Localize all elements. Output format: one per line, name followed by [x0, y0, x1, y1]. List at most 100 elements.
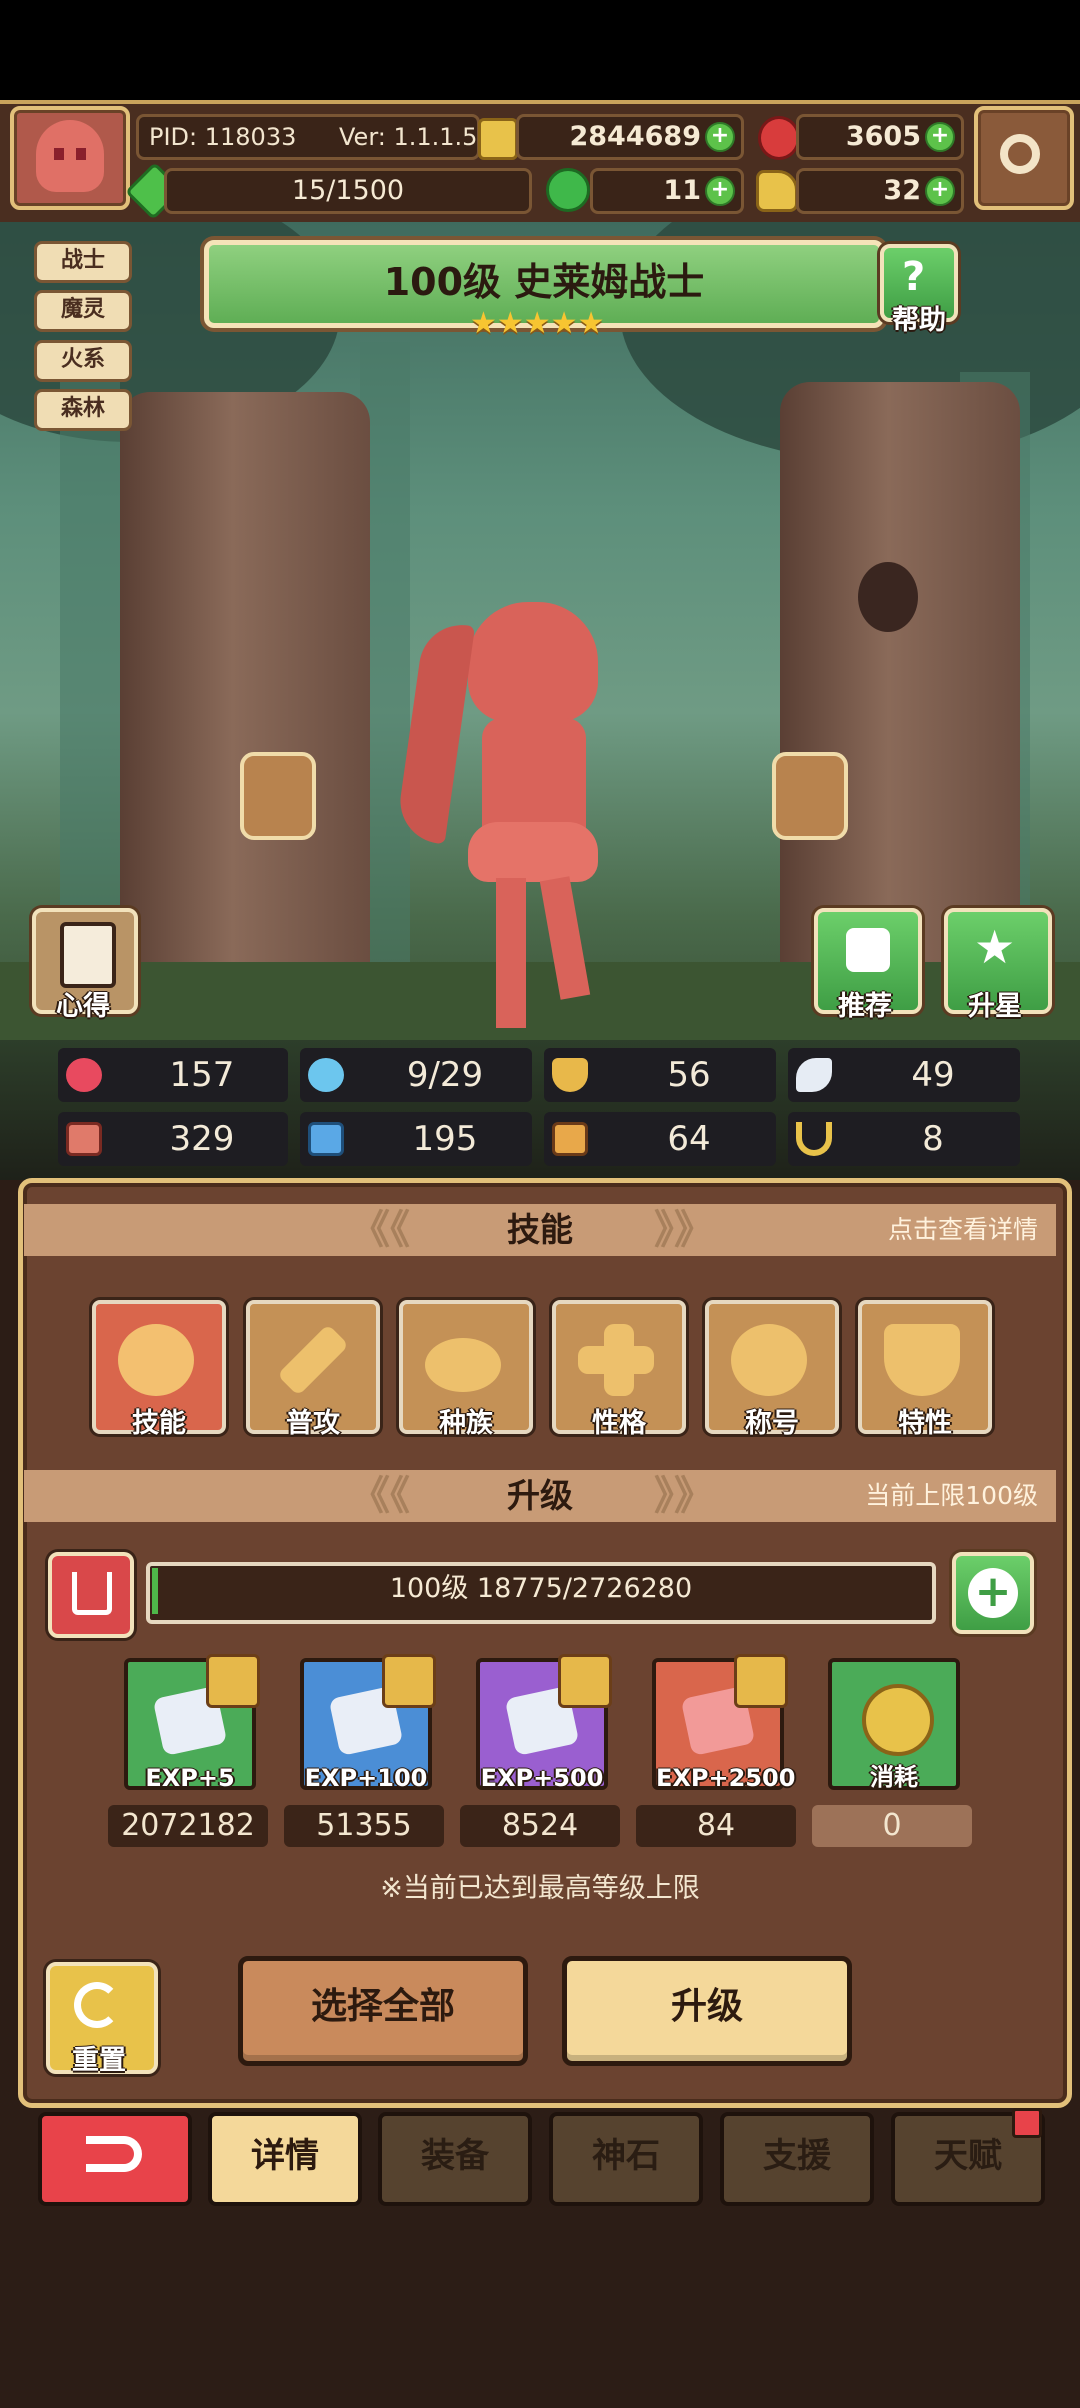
skill-slot-basic-attack[interactable]: 普攻: [246, 1300, 380, 1439]
tab-details[interactable]: 详情: [208, 2112, 362, 2206]
energy-amount: 15/1500: [291, 175, 405, 206]
gear-icon: [1000, 134, 1040, 174]
key-icon: [756, 170, 798, 212]
tag-element[interactable]: 火系: [34, 340, 132, 382]
skill-slot-trait[interactable]: 特性: [858, 1300, 992, 1439]
boot-icon: [552, 1122, 588, 1156]
coin-badge-icon: [206, 1654, 260, 1708]
character-head: [468, 602, 598, 722]
skill-slot-label: 称号: [745, 1408, 799, 1439]
stat-luck: 8: [788, 1112, 1020, 1166]
tag-habitat[interactable]: 森林: [34, 389, 132, 431]
skill-slot-label: 种族: [439, 1408, 493, 1439]
shield-icon: [552, 1058, 588, 1092]
skills-section-header: 《《 技能 》》 点击查看详情: [24, 1204, 1056, 1256]
stat-defense: 64: [544, 1112, 776, 1166]
player-avatar[interactable]: [10, 106, 130, 210]
skill-slot-personality[interactable]: 性格: [552, 1300, 686, 1439]
help-label: 帮助: [892, 305, 946, 336]
tag-class[interactable]: 战士: [34, 241, 132, 283]
ruby-icon: [758, 116, 800, 160]
exp-item-count: 2072182: [108, 1805, 268, 1847]
skill-slot-skill[interactable]: 技能: [92, 1300, 226, 1439]
exp-item-count: 84: [636, 1805, 796, 1847]
exp-item-label: 消耗: [870, 1763, 918, 1791]
tab-godstone[interactable]: 神石: [549, 2112, 703, 2206]
level-cap-text: 当前上限100级: [865, 1481, 1038, 1510]
gold-amount: 2844689: [569, 121, 701, 152]
left-tree-trunk: [120, 392, 370, 1040]
clover-amount: 11: [663, 175, 701, 206]
shield-icon: [884, 1324, 960, 1396]
heart-icon: [66, 1058, 102, 1092]
version-label: Ver: 1.1.1.5: [339, 123, 478, 151]
star-up-button[interactable]: ★ 升星: [944, 908, 1052, 1022]
status-bar: [0, 0, 1080, 100]
tree-hollow: [858, 562, 918, 632]
stat-mana-value: 9/29: [406, 1055, 484, 1095]
ruby-amount: 3605: [845, 121, 921, 152]
max-level-notice: ※当前已达到最高等级上限: [380, 1873, 700, 1904]
stat-speed: 49: [788, 1048, 1020, 1102]
recommend-button[interactable]: 推荐: [814, 908, 922, 1022]
right-arrow-button[interactable]: [772, 752, 848, 840]
stat-armor: 56: [544, 1048, 776, 1102]
tab-support[interactable]: 支援: [720, 2112, 874, 2206]
energy-box: 15/1500: [164, 168, 532, 214]
exp-potion-huge[interactable]: EXP+2500: [652, 1654, 795, 1792]
gold-cost-item: 消耗: [828, 1658, 960, 1791]
wing-icon: [796, 1058, 832, 1092]
reset-label: 重置: [72, 2045, 126, 2076]
stat-defense-value: 64: [667, 1119, 711, 1159]
skill-slot-title[interactable]: 称号: [705, 1300, 839, 1439]
gold-coin-icon: [862, 1684, 934, 1756]
cross-icon-bar: [578, 1346, 654, 1374]
stat-attack-value: 329: [169, 1119, 235, 1159]
key-box: 32 +: [796, 168, 964, 214]
back-arrow-icon: [86, 2136, 142, 2172]
star-up-label: 升星: [968, 991, 1022, 1022]
upgrade-section-header: 《《 升级 》》 当前上限100级: [24, 1470, 1056, 1522]
exp-potion-large[interactable]: EXP+500: [476, 1654, 612, 1792]
gold-cost-count: 0: [812, 1805, 972, 1847]
pid-label: PID: 118033: [149, 123, 297, 151]
tab-equipment[interactable]: 装备: [378, 2112, 532, 2206]
exp-potion-medium[interactable]: EXP+100: [300, 1654, 436, 1792]
avatar-eye: [76, 148, 86, 160]
exp-potion-small[interactable]: EXP+5: [124, 1654, 260, 1792]
horseshoe-icon: [796, 1122, 832, 1156]
gold-coin-icon: [478, 118, 518, 160]
avatar-eye: [54, 148, 64, 160]
increase-level-button[interactable]: +: [952, 1552, 1034, 1634]
add-gold-plus-icon[interactable]: +: [705, 122, 735, 152]
clover-icon: [546, 168, 590, 212]
skills-hint[interactable]: 点击查看详情: [888, 1204, 1038, 1256]
upgrade-button[interactable]: 升级: [562, 1956, 852, 2066]
reset-button[interactable]: 重置: [46, 1962, 158, 2076]
skill-slot-race[interactable]: 种族: [399, 1300, 533, 1439]
notes-button[interactable]: 心得: [32, 908, 138, 1022]
star-icon: ★: [974, 920, 1016, 974]
slime-warrior-character: [394, 582, 650, 1040]
add-clover-plus-icon[interactable]: +: [705, 176, 735, 206]
left-arrow-button[interactable]: [240, 752, 316, 840]
help-button[interactable]: ? 帮助: [880, 244, 958, 336]
stat-hp-value: 157: [169, 1055, 235, 1095]
decrease-level-button[interactable]: [48, 1552, 134, 1638]
exp-item-label: EXP+500: [480, 1764, 604, 1792]
add-key-plus-icon[interactable]: +: [925, 176, 955, 206]
settings-button[interactable]: [974, 106, 1074, 210]
add-ruby-plus-icon[interactable]: +: [925, 122, 955, 152]
select-all-button[interactable]: 选择全部: [238, 1956, 528, 2066]
spellbook-icon: [308, 1122, 344, 1156]
ruby-box: 3605 +: [796, 114, 964, 160]
tag-race[interactable]: 魔灵: [34, 290, 132, 332]
stat-hp: 157: [58, 1048, 288, 1102]
exp-item-count: 8524: [460, 1805, 620, 1847]
skill-slot-label: 特性: [898, 1408, 952, 1439]
stat-luck-value: 8: [922, 1119, 944, 1159]
download-icon: [72, 1572, 112, 1615]
fist-icon: [66, 1122, 102, 1156]
character-leg: [496, 878, 526, 1028]
back-button[interactable]: [38, 2112, 192, 2206]
